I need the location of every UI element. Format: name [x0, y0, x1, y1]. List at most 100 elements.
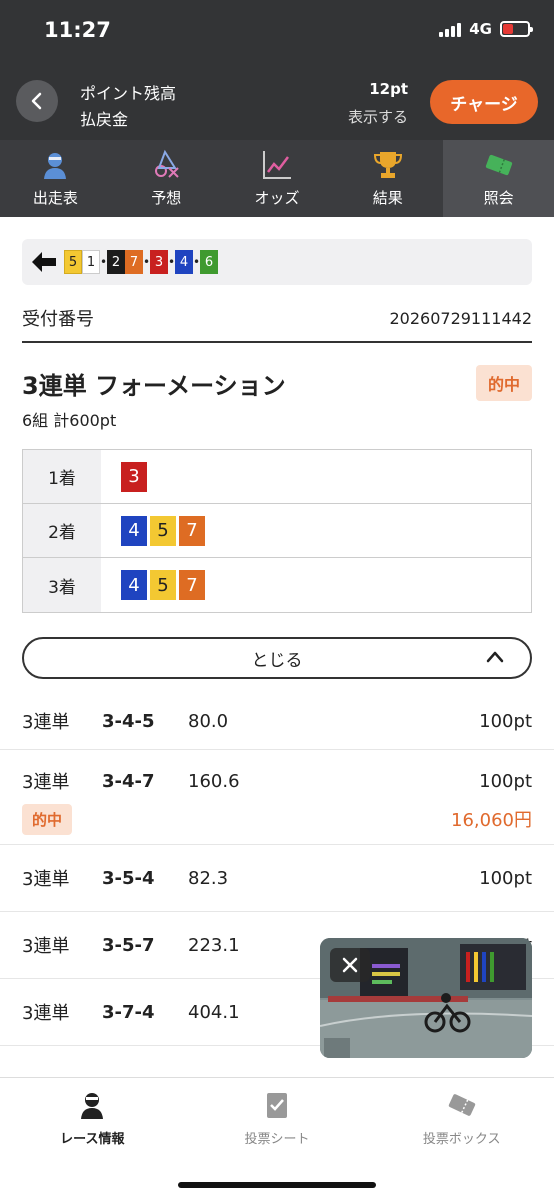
bet-amount: 100pt — [479, 867, 532, 889]
vote-box-icon — [448, 1094, 475, 1116]
tab-results[interactable]: 結果 — [332, 140, 443, 217]
list-item: 3連単 3-4-7 160.6 100pt 的中 16,060円 — [0, 750, 554, 845]
bet-amount: 100pt — [479, 770, 532, 792]
strip-separator: • — [143, 255, 151, 269]
strip-number: 2 — [107, 250, 125, 274]
formation-cells: 3 — [101, 450, 147, 503]
formation-row: 2着 4 5 7 — [23, 504, 531, 558]
bike-number: 4 — [121, 570, 147, 600]
nav-vote-box[interactable]: 投票ボックス — [369, 1090, 554, 1158]
tab-label: 結果 — [372, 189, 403, 207]
strip-number: 5 — [64, 250, 82, 274]
arrow-left-icon — [32, 252, 56, 272]
nav-label: 投票シート — [244, 1132, 310, 1147]
status-time: 11:27 — [44, 18, 111, 42]
strip-number: 3 — [150, 250, 168, 274]
strip-number: 7 — [125, 250, 143, 274]
strip-separator: • — [100, 255, 108, 269]
refund-label: 払戻金 — [80, 110, 129, 129]
odds: 80.0 — [188, 710, 229, 732]
signal-icon — [439, 21, 462, 37]
tab-inquiry[interactable]: 照会 — [443, 140, 554, 217]
bet-type: 3連単 — [22, 1003, 70, 1024]
battery-icon — [500, 21, 533, 37]
hit-badge: 的中 — [475, 365, 532, 401]
formation-cells: 4 5 7 — [101, 504, 205, 557]
close-details-button[interactable]: とじる — [22, 637, 532, 679]
network-label: 4G — [469, 20, 492, 38]
tab-prediction[interactable]: 予想 — [111, 140, 222, 217]
tab-odds[interactable]: オッズ — [222, 140, 333, 217]
show-refund-link[interactable]: 表示する — [348, 106, 408, 127]
nav-race-info[interactable]: レース情報 — [0, 1090, 185, 1158]
combination: 3-4-7 — [102, 770, 155, 792]
list-item: 3連単 3-4-5 80.0 100pt — [0, 693, 554, 750]
chevron-up-icon — [486, 651, 504, 663]
ticket-summary-strip: 5 1 • 2 7 • 3 • 4 • 6 — [22, 239, 532, 285]
list-item: 3連単 3-5-4 82.3 100pt — [0, 845, 554, 912]
bike-number: 3 — [121, 461, 147, 492]
close-button-label: とじる — [251, 650, 303, 671]
bet-title: 3連単 フォーメーション — [22, 371, 286, 400]
strip-number: 1 — [82, 250, 100, 274]
tab-entries[interactable]: 出走表 — [0, 140, 111, 217]
race-video-player[interactable] — [320, 938, 532, 1058]
chart-icon — [262, 151, 291, 179]
strip-number: 4 — [175, 250, 193, 274]
odds: 82.3 — [188, 867, 229, 889]
bike-number: 4 — [121, 515, 147, 546]
bet-type: 3連単 — [22, 772, 70, 793]
bet-type: 3連単 — [22, 712, 70, 733]
trophy-icon — [373, 152, 402, 178]
strip-number: 6 — [200, 250, 218, 274]
hit-badge: 的中 — [22, 803, 73, 835]
position-label: 1着 — [23, 450, 101, 503]
formation-row: 1着 3 — [23, 450, 531, 504]
receipt-number: 20260729111442 — [389, 308, 532, 328]
chevron-left-icon — [31, 92, 42, 110]
combination: 3-4-5 — [102, 710, 155, 732]
rider-icon — [44, 153, 67, 179]
combination: 3-5-4 — [102, 867, 155, 889]
home-indicator — [178, 1182, 376, 1188]
strip-separator: • — [193, 255, 201, 269]
status-bar: 11:27 4G — [0, 0, 554, 64]
combination: 3-7-4 — [102, 1001, 155, 1023]
back-button[interactable] — [16, 80, 58, 122]
bet-title-row: 3連単 フォーメーション 的中 — [22, 365, 532, 401]
header: ポイント残高 払戻金 12pt 表示する チャージ — [0, 64, 554, 140]
charge-button[interactable]: チャージ — [430, 80, 538, 124]
tab-label: オッズ — [254, 189, 300, 207]
tab-label: 照会 — [483, 189, 514, 207]
bet-type: 3連単 — [22, 869, 70, 890]
receipt-label: 受付番号 — [22, 309, 94, 330]
nav-label: レース情報 — [60, 1132, 125, 1147]
tab-label: 出走表 — [32, 189, 78, 207]
bike-number: 7 — [179, 570, 205, 600]
bet-summary: 6組 計600pt — [22, 411, 117, 430]
nav-label: 投票ボックス — [422, 1132, 501, 1147]
ticket-icon — [485, 154, 512, 176]
rider-icon — [81, 1093, 104, 1119]
bet-type: 3連単 — [22, 936, 70, 957]
bike-number: 7 — [179, 515, 205, 546]
bike-number: 5 — [150, 570, 176, 600]
status-indicators: 4G — [439, 20, 533, 38]
balance-label: ポイント残高 — [80, 84, 177, 103]
bike-number: 5 — [150, 515, 176, 546]
close-icon — [342, 957, 358, 973]
position-label: 2着 — [23, 504, 101, 557]
bet-amount: 100pt — [479, 710, 532, 732]
prediction-icon — [155, 149, 179, 178]
odds: 160.6 — [188, 770, 240, 792]
payout-amount: 16,060円 — [451, 810, 532, 831]
position-label: 3着 — [23, 558, 101, 612]
tab-label: 予想 — [151, 189, 182, 207]
close-video-button[interactable] — [330, 948, 370, 982]
formation-row: 3着 4 5 7 — [23, 558, 531, 612]
vote-sheet-icon — [267, 1093, 287, 1118]
strip-separator: • — [168, 255, 176, 269]
points-value: 12pt — [369, 80, 408, 98]
nav-vote-sheet[interactable]: 投票シート — [185, 1090, 370, 1158]
tab-bar: 出走表 予想 オッズ 結果 照会 — [0, 140, 554, 217]
